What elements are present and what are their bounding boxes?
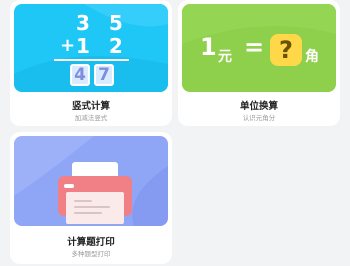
card-subtitle: 认识元角分 [242,114,276,122]
arithmetic-problem: 3 5 + 1 2 4 7 [14,4,168,92]
answer-digit-tens: 4 [70,64,90,86]
vertical-arithmetic-banner: 3 5 + 1 2 4 7 [14,4,168,92]
left-value: 1 [200,33,217,61]
card-subtitle: 加减法竖式 [74,114,108,122]
card-subtitle: 多种题型打印 [71,250,111,258]
right-unit: 角 [305,49,319,65]
printer-light [64,184,74,188]
card-unit-conversion[interactable]: 1 元 = ? 角 单位换算 认识元角分 [178,0,340,126]
card-title: 计算题打印 [67,237,115,248]
print-exercises-banner [14,136,168,226]
sheet-line [74,200,92,202]
unit-conversion-banner: 1 元 = ? 角 [182,4,336,92]
card-title: 竖式计算 [71,101,110,112]
card-print-exercises[interactable]: 计算题打印 多种题型打印 [10,132,172,264]
left-unit: 元 [218,49,232,65]
sheet-line [74,212,102,214]
card-title: 单位换算 [239,101,278,112]
equals-sign: = [244,33,265,61]
card-vertical-arithmetic[interactable]: 3 5 + 1 2 4 7 竖式计算 加减法竖式 [10,0,172,126]
answer-digit-ones: 7 [94,64,114,86]
printed-sheet [66,192,124,224]
unknown-box: ? [270,34,302,66]
top-number: 3 5 [76,11,129,35]
sum-rule [54,59,129,61]
plus-operator: + [60,35,76,56]
sheet-line [74,206,110,208]
second-number: 1 2 [76,34,129,58]
